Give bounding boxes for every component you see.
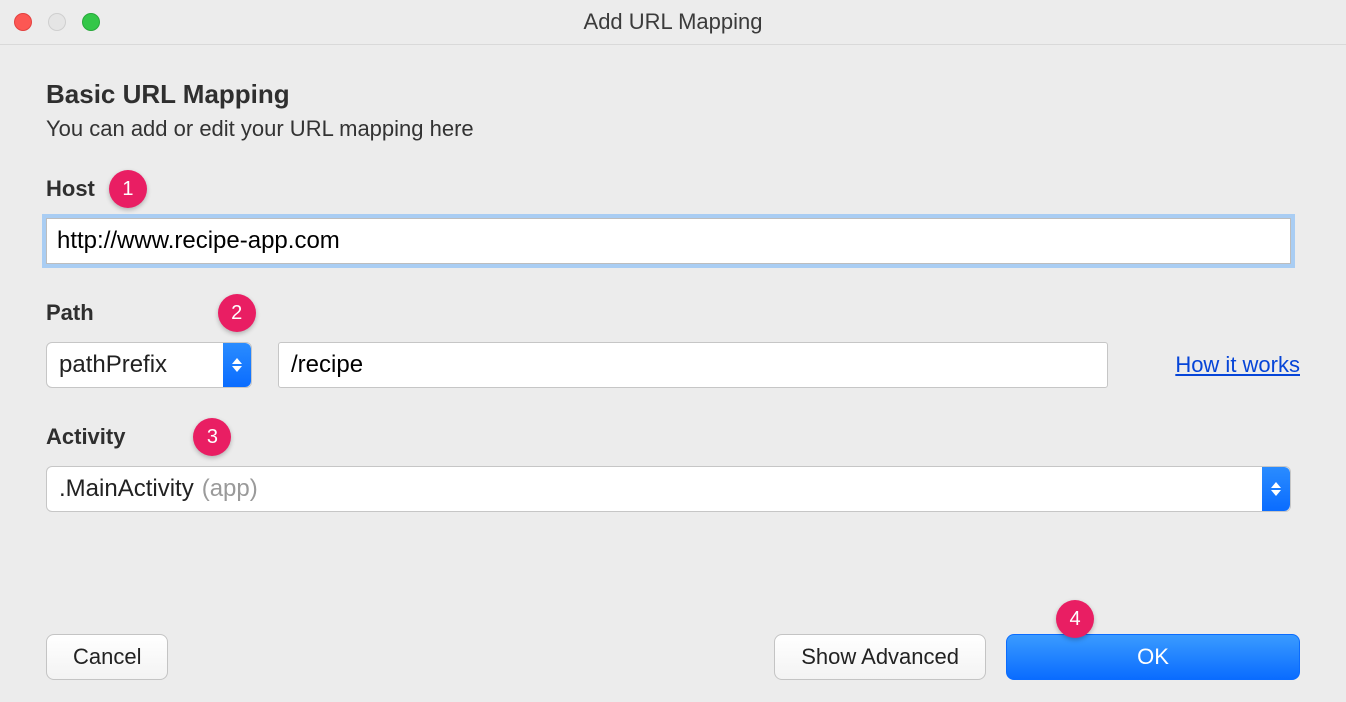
path-type-select[interactable]: pathPrefix	[46, 342, 252, 388]
window-title: Add URL Mapping	[584, 9, 763, 35]
path-input[interactable]	[278, 342, 1108, 388]
section-heading: Basic URL Mapping	[46, 79, 1300, 110]
select-arrows-icon	[1262, 467, 1290, 511]
callout-marker-2: 2	[218, 294, 256, 332]
close-window-icon[interactable]	[14, 13, 32, 31]
activity-select[interactable]: .MainActivity (app)	[46, 466, 1291, 512]
callout-marker-3: 3	[193, 418, 231, 456]
section-subheading: You can add or edit your URL mapping her…	[46, 116, 1300, 142]
activity-label: Activity	[46, 424, 125, 450]
how-it-works-link[interactable]: How it works	[1175, 352, 1300, 378]
cancel-button[interactable]: Cancel	[46, 634, 168, 680]
activity-value-main: .MainActivity	[59, 475, 194, 503]
select-arrows-icon	[223, 343, 251, 387]
callout-marker-4: 4	[1056, 600, 1094, 638]
ok-button[interactable]: OK	[1006, 634, 1300, 680]
host-input[interactable]	[46, 218, 1291, 264]
titlebar: Add URL Mapping	[0, 0, 1346, 45]
show-advanced-button[interactable]: Show Advanced	[774, 634, 986, 680]
activity-value-sub: (app)	[202, 475, 258, 503]
host-label: Host	[46, 176, 95, 202]
window-controls	[14, 13, 100, 31]
minimize-window-icon	[48, 13, 66, 31]
path-type-value: pathPrefix	[59, 351, 167, 379]
callout-marker-1: 1	[109, 170, 147, 208]
path-label: Path	[46, 300, 94, 326]
zoom-window-icon[interactable]	[82, 13, 100, 31]
